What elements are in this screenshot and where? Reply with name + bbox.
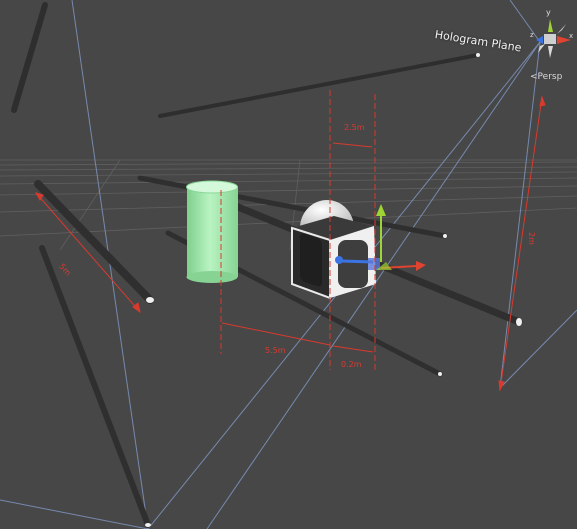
projection-toggle[interactable]: <Persp — [530, 72, 562, 82]
light-rods — [11, 2, 523, 528]
gizmo-axis-y: y — [546, 8, 551, 17]
rod-lower-left — [39, 245, 151, 528]
camera-frustum — [0, 0, 577, 529]
scene-canvas[interactable]: y x z — [0, 0, 577, 529]
chevron-left-icon: < — [530, 72, 538, 82]
gizmo-axis-z: z — [530, 31, 534, 39]
scene-viewport[interactable]: y x z Hologram Plane <Persp 2.5m 5.5m 0.… — [0, 0, 577, 529]
dimension-label-0-2m: 0.2m — [341, 360, 362, 369]
cube-object[interactable] — [291, 216, 376, 300]
dimension-label-5-5m: 5.5m — [265, 346, 286, 355]
dimension-label-2m: 2m — [527, 232, 536, 245]
rod-top-left — [11, 2, 48, 113]
gizmo-axis-x: x — [569, 32, 573, 40]
projection-label: Persp — [537, 72, 563, 82]
dimension-label-2-5m: 2.5m — [344, 123, 365, 132]
rod-top — [158, 53, 480, 118]
cylinder-object[interactable] — [186, 180, 239, 283]
orientation-gizmo[interactable]: y x z — [530, 8, 573, 58]
dimension-guides — [34, 90, 546, 392]
